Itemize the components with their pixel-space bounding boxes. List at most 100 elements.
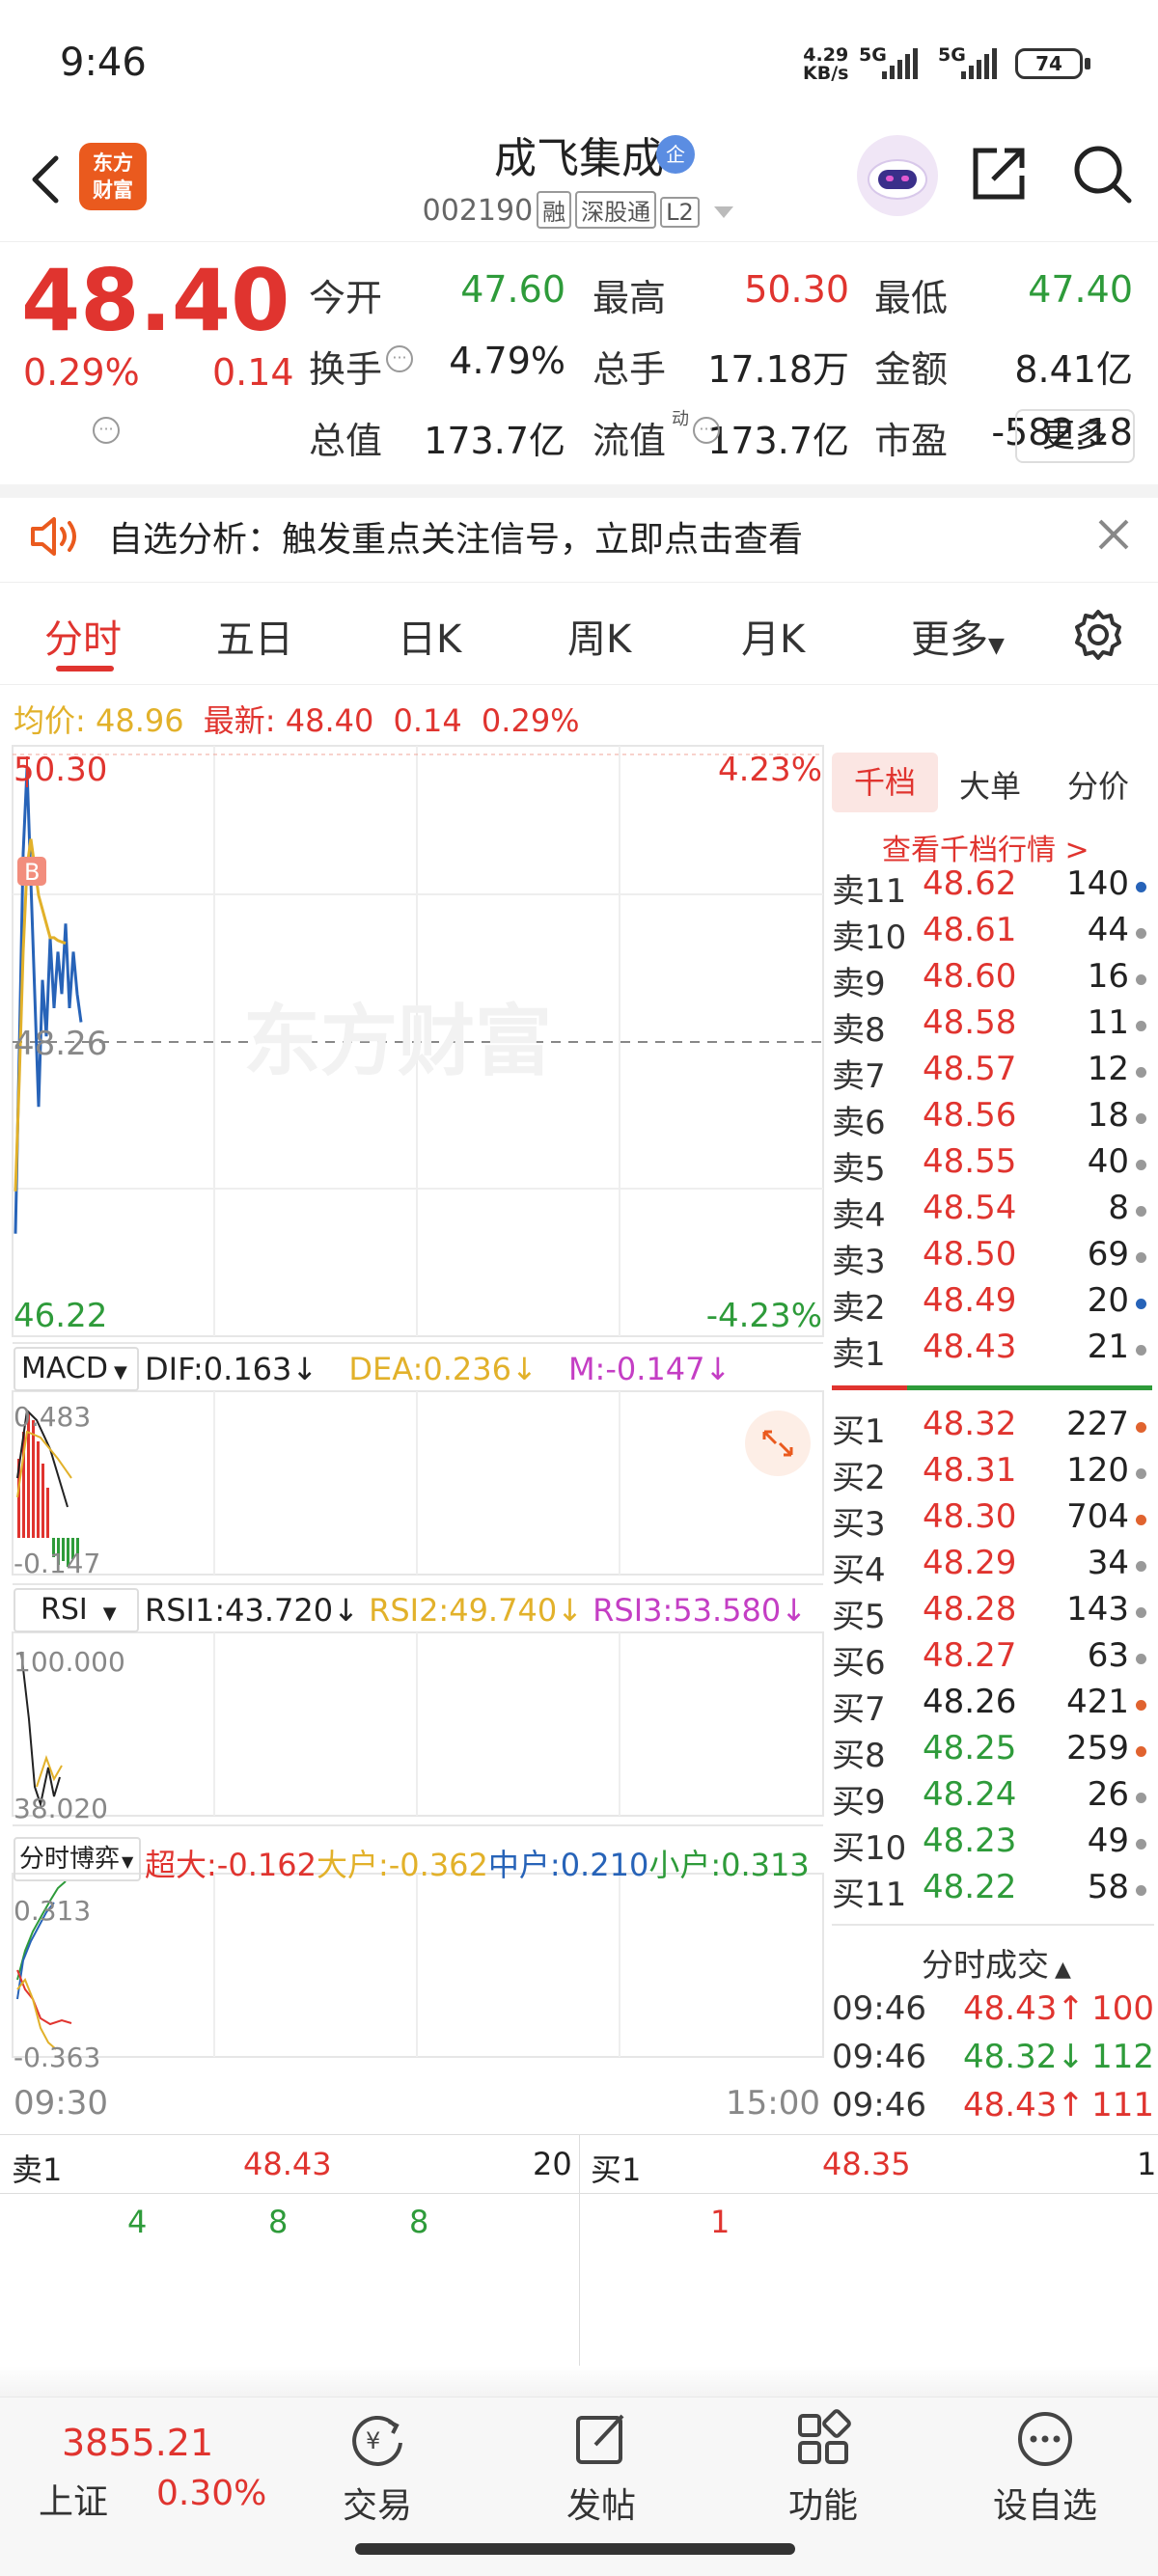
gear-icon[interactable] <box>1071 608 1125 662</box>
bid-level-row[interactable]: 买3 48.30 704 <box>832 1497 1150 1544</box>
trade-price: 48.32↓ <box>963 2038 1085 2076</box>
trade-volume: 100 <box>1091 1989 1154 2028</box>
share-icon[interactable] <box>968 143 1030 205</box>
trade-volume: 112 <box>1091 2038 1154 2076</box>
bid-level-row[interactable]: 买8 48.25 259 <box>832 1729 1150 1775</box>
ask-level-row[interactable]: 卖7 48.57 12 <box>832 1050 1150 1096</box>
more-button[interactable]: 更多 <box>1015 409 1135 463</box>
search-icon[interactable] <box>1071 143 1133 205</box>
quote-label-market-cap: 总值 <box>309 420 383 462</box>
latest-change: 0.14 <box>393 702 462 739</box>
ask-level-row[interactable]: 卖3 48.50 69 <box>832 1235 1150 1281</box>
time-axis-end: 15:00 <box>726 2084 820 2123</box>
bid-level-row[interactable]: 买9 48.24 26 <box>832 1775 1150 1822</box>
bid-level-dot <box>1136 1746 1146 1757</box>
battery-cap <box>1085 58 1090 69</box>
ask-level-dot <box>1136 928 1146 939</box>
assistant-avatar[interactable] <box>857 135 938 216</box>
macd-selector[interactable]: MACD ▼ <box>14 1347 139 1391</box>
intraday-chart[interactable]: 东方财富 B <box>12 745 824 2134</box>
ask-level-row[interactable]: 卖4 48.54 8 <box>832 1189 1150 1235</box>
bid-level-price: 48.31 <box>923 1451 1017 1490</box>
flow-selector[interactable]: 分时博弈 ▼ <box>14 1837 141 1881</box>
flow-small: 小户:0.313 <box>648 1847 810 1883</box>
ask-level-label: 卖6 <box>832 1104 886 1142</box>
bid-level-dot <box>1136 1700 1146 1711</box>
tab-daily-k[interactable]: 日K <box>398 608 461 664</box>
home-indicator[interactable] <box>355 2543 795 2555</box>
view-levels-link[interactable]: 查看千档行情 > <box>882 826 1089 868</box>
bid-level-price: 48.32 <box>923 1405 1017 1443</box>
bid-level-row[interactable]: 买11 48.22 58 <box>832 1868 1150 1914</box>
bid-level-price: 48.30 <box>923 1497 1017 1536</box>
index-value[interactable]: 3855.21 <box>62 2422 213 2464</box>
bid-level-row[interactable]: 买10 48.23 49 <box>832 1822 1150 1868</box>
tab-intraday[interactable]: 分时 <box>44 608 122 664</box>
macd-axis-bottom: -0.147 <box>14 1548 101 1579</box>
bid-level-volume: 26 <box>1087 1775 1129 1814</box>
ask-level-volume: 140 <box>1066 864 1129 903</box>
ask-level-dot <box>1136 1206 1146 1217</box>
ask-level-volume: 11 <box>1087 1003 1129 1042</box>
ask-level-row[interactable]: 卖9 48.60 16 <box>832 957 1150 1003</box>
dropdown-triangle-icon[interactable] <box>712 205 735 220</box>
ask-level-row[interactable]: 卖2 48.49 20 <box>832 1281 1150 1328</box>
tab-price-distribution[interactable]: 分价 <box>1067 762 1129 807</box>
tab-more[interactable]: 更多▼ <box>911 608 1005 664</box>
tab-five-day[interactable]: 五日 <box>216 608 293 664</box>
quote-label-float-cap: 流值 <box>593 420 667 462</box>
bid-level-dot <box>1136 1885 1146 1896</box>
ask-level-price: 48.55 <box>923 1142 1017 1181</box>
ask-level-row[interactable]: 卖5 48.55 40 <box>832 1142 1150 1189</box>
index-percent[interactable]: 0.30% <box>156 2474 266 2513</box>
expand-chart-button[interactable] <box>745 1411 811 1476</box>
flow-selector-label: 分时博弈 <box>19 1845 121 1874</box>
info-icon[interactable]: ··· <box>693 417 720 444</box>
quote-label-pe-ratio: 市盈 <box>874 420 949 462</box>
trades-title[interactable]: 分时成交 ▲ <box>922 1939 1071 1986</box>
ask-level-row[interactable]: 卖11 48.62 140 <box>832 864 1150 911</box>
tab-thousand-levels[interactable]: 千档 <box>832 753 938 812</box>
quote-label-amount: 金额 <box>874 348 949 391</box>
info-icon[interactable]: ··· <box>93 417 120 444</box>
bid-level-row[interactable]: 买6 48.27 63 <box>832 1636 1150 1683</box>
change-amount: 0.14 <box>212 351 294 394</box>
bid-level-row[interactable]: 买4 48.29 34 <box>832 1544 1150 1590</box>
banner-text[interactable]: 自选分析：触发重点关注信号，立即点击查看 <box>108 511 803 562</box>
bid-level-price: 48.27 <box>923 1636 1017 1675</box>
nav-post[interactable]: 发帖 <box>529 2408 674 2528</box>
info-icon[interactable]: ··· <box>386 345 413 372</box>
tab-monthly-k[interactable]: 月K <box>741 608 805 664</box>
bid-level-row[interactable]: 买7 48.26 421 <box>832 1683 1150 1729</box>
nav-functions[interactable]: 功能 <box>751 2408 896 2528</box>
rsi-1: RSI1:43.720↓ <box>145 1592 359 1629</box>
flow-medium: 中户:0.210 <box>487 1847 649 1883</box>
tag-margin: 融 <box>537 191 572 229</box>
trade-time: 09:46 <box>832 2086 926 2124</box>
ask-level-row[interactable]: 卖10 48.61 44 <box>832 911 1150 957</box>
level1-ask-price: 48.43 <box>243 2146 332 2182</box>
edit-icon <box>576 2414 624 2464</box>
close-icon[interactable] <box>1096 517 1131 552</box>
bid-level-row[interactable]: 买2 48.31 120 <box>832 1451 1150 1497</box>
tab-weekly-k[interactable]: 周K <box>567 608 631 664</box>
tab-big-orders[interactable]: 大单 <box>959 762 1021 807</box>
bid-level-row[interactable]: 买1 48.32 227 <box>832 1405 1150 1451</box>
ask-level-row[interactable]: 卖6 48.56 18 <box>832 1096 1150 1142</box>
rsi-selector[interactable]: RSI ▼ <box>14 1588 139 1632</box>
ask-level-dot <box>1136 1345 1146 1356</box>
quote-value-open: 47.60 <box>460 268 565 311</box>
level1-bid-price: 48.35 <box>822 2146 911 2182</box>
ask-level-volume: 20 <box>1087 1281 1129 1320</box>
ask-level-row[interactable]: 卖8 48.58 11 <box>832 1003 1150 1050</box>
bid-level-price: 48.22 <box>923 1868 1017 1906</box>
ask-level-row[interactable]: 卖1 48.43 21 <box>832 1328 1150 1374</box>
macd-axis-top: 0.483 <box>14 1401 92 1433</box>
bid-level-price: 48.29 <box>923 1544 1017 1582</box>
bid-level-volume: 143 <box>1066 1590 1129 1629</box>
nav-add-watchlist[interactable]: 设自选 <box>973 2408 1117 2528</box>
index-name[interactable]: 上证 <box>39 2474 108 2524</box>
bid-level-volume: 58 <box>1087 1868 1129 1906</box>
bid-level-row[interactable]: 买5 48.28 143 <box>832 1590 1150 1636</box>
nav-trade[interactable]: ¥ 交易 <box>305 2408 450 2528</box>
